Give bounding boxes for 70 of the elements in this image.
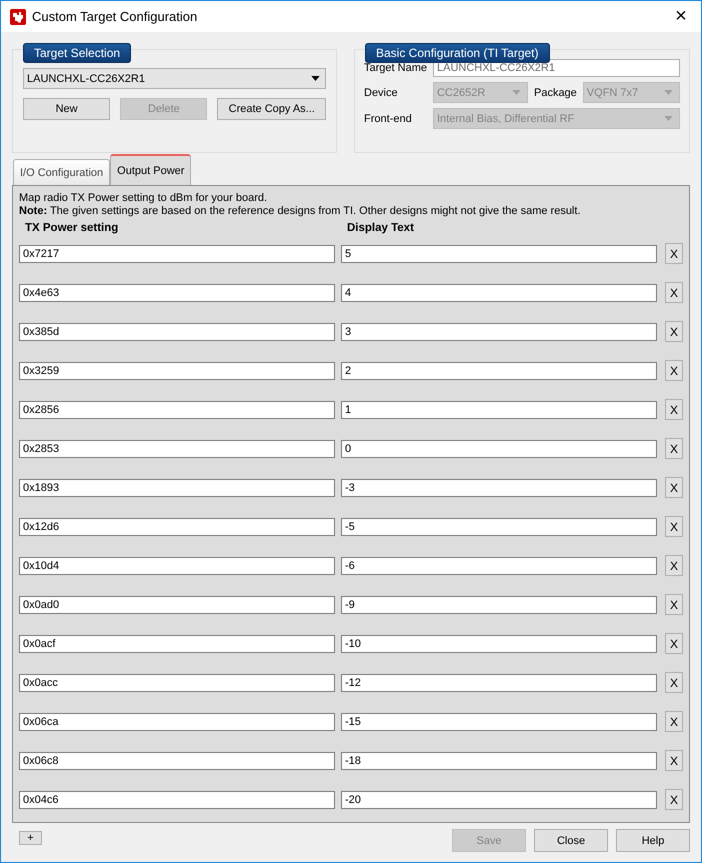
setting-field[interactable]: 0x4e63 [19, 284, 335, 302]
intro-text: Map radio TX Power setting to dBm for your board. [19, 192, 268, 204]
target-dropdown[interactable]: LAUNCHXL-CC26X2R1 [23, 68, 326, 89]
display-text-field[interactable]: -10 [341, 634, 657, 652]
setting-field[interactable]: 0x04c6 [19, 790, 335, 808]
display-text-field[interactable]: 1 [341, 400, 657, 418]
column-header: TX Power setting [24, 222, 120, 234]
setting-field[interactable]: 0x385d [19, 322, 335, 340]
setting-field[interactable]: 0x2856 [19, 400, 335, 418]
text-field[interactable]: LAUNCHXL-CC26X2R1 [432, 59, 680, 77]
display-text-field[interactable]: -20 [341, 790, 657, 808]
field-label: Package [534, 86, 577, 98]
display-text-field[interactable]: -5 [341, 518, 657, 536]
display-text-field[interactable]: -15 [341, 712, 657, 730]
close-button[interactable]: × [661, 1, 701, 32]
display-text-field[interactable]: 0 [341, 440, 657, 458]
caret-icon [664, 116, 673, 121]
tab[interactable]: Output Power [110, 154, 192, 185]
display-text-field[interactable]: 3 [341, 322, 657, 340]
column-header: Display Text [346, 222, 415, 234]
display-text-field[interactable]: -9 [341, 596, 657, 614]
tab[interactable]: I/O Configuration [13, 159, 110, 185]
setting-field[interactable]: 0x3259 [19, 362, 335, 380]
remove-button[interactable]: X [665, 516, 683, 537]
remove-button[interactable]: X [665, 789, 683, 810]
display-text-field[interactable]: 4 [341, 284, 657, 302]
group-legend: Target Selection [23, 43, 132, 63]
remove-button[interactable]: X [665, 750, 683, 771]
remove-button[interactable]: X [665, 243, 683, 264]
setting-field[interactable]: 0x06ca [19, 712, 335, 730]
note-text: Note: The given settings are based on the reference designs from TI. Other designs might not give the same result. [19, 205, 582, 217]
remove-button[interactable]: X [665, 282, 683, 303]
field-label: Target Name [364, 62, 427, 74]
caret-icon [512, 90, 521, 95]
remove-button[interactable]: X [665, 672, 683, 693]
remove-button[interactable]: X [665, 438, 683, 459]
setting-field[interactable]: 0x0acf [19, 634, 335, 652]
remove-button[interactable]: X [665, 477, 683, 498]
setting-field[interactable]: 0x06c8 [19, 752, 335, 770]
setting-field[interactable]: 0x12d6 [19, 518, 335, 536]
setting-field[interactable]: 0x10d4 [19, 556, 335, 574]
logo-icon [10, 8, 26, 24]
setting-field[interactable]: 0x1893 [19, 478, 335, 496]
setting-field[interactable]: 0x7217 [19, 244, 335, 262]
display-text-field[interactable]: 5 [341, 244, 657, 262]
display-text-field[interactable]: -6 [341, 556, 657, 574]
remove-button[interactable]: X [665, 633, 683, 654]
add-button[interactable]: + [19, 831, 42, 845]
remove-button[interactable]: X [665, 321, 683, 342]
remove-button[interactable]: X [665, 360, 683, 381]
display-text-field[interactable]: -3 [341, 478, 657, 496]
display-text-field[interactable]: -12 [341, 674, 657, 692]
dialog-button[interactable]: Help [616, 829, 690, 852]
display-text-field[interactable]: 2 [341, 362, 657, 380]
action-button[interactable]: Create Copy As... [217, 98, 326, 120]
dialog-button[interactable]: Close [534, 829, 608, 852]
action-button[interactable]: New [23, 98, 110, 120]
field-label: Front-end [364, 112, 413, 124]
setting-field[interactable]: 0x0acc [19, 674, 335, 692]
caret-icon [664, 90, 673, 95]
window-title: Custom Target Configuration [32, 9, 198, 24]
remove-button[interactable]: X [665, 399, 683, 420]
setting-field[interactable]: 0x2853 [19, 440, 335, 458]
remove-button[interactable]: X [665, 711, 683, 732]
remove-button[interactable]: X [665, 555, 683, 576]
caret-icon [311, 76, 320, 81]
display-text-field[interactable]: -18 [341, 752, 657, 770]
field-label: Device [364, 86, 399, 98]
remove-button[interactable]: X [665, 594, 683, 615]
setting-field[interactable]: 0x0ad0 [19, 596, 335, 614]
